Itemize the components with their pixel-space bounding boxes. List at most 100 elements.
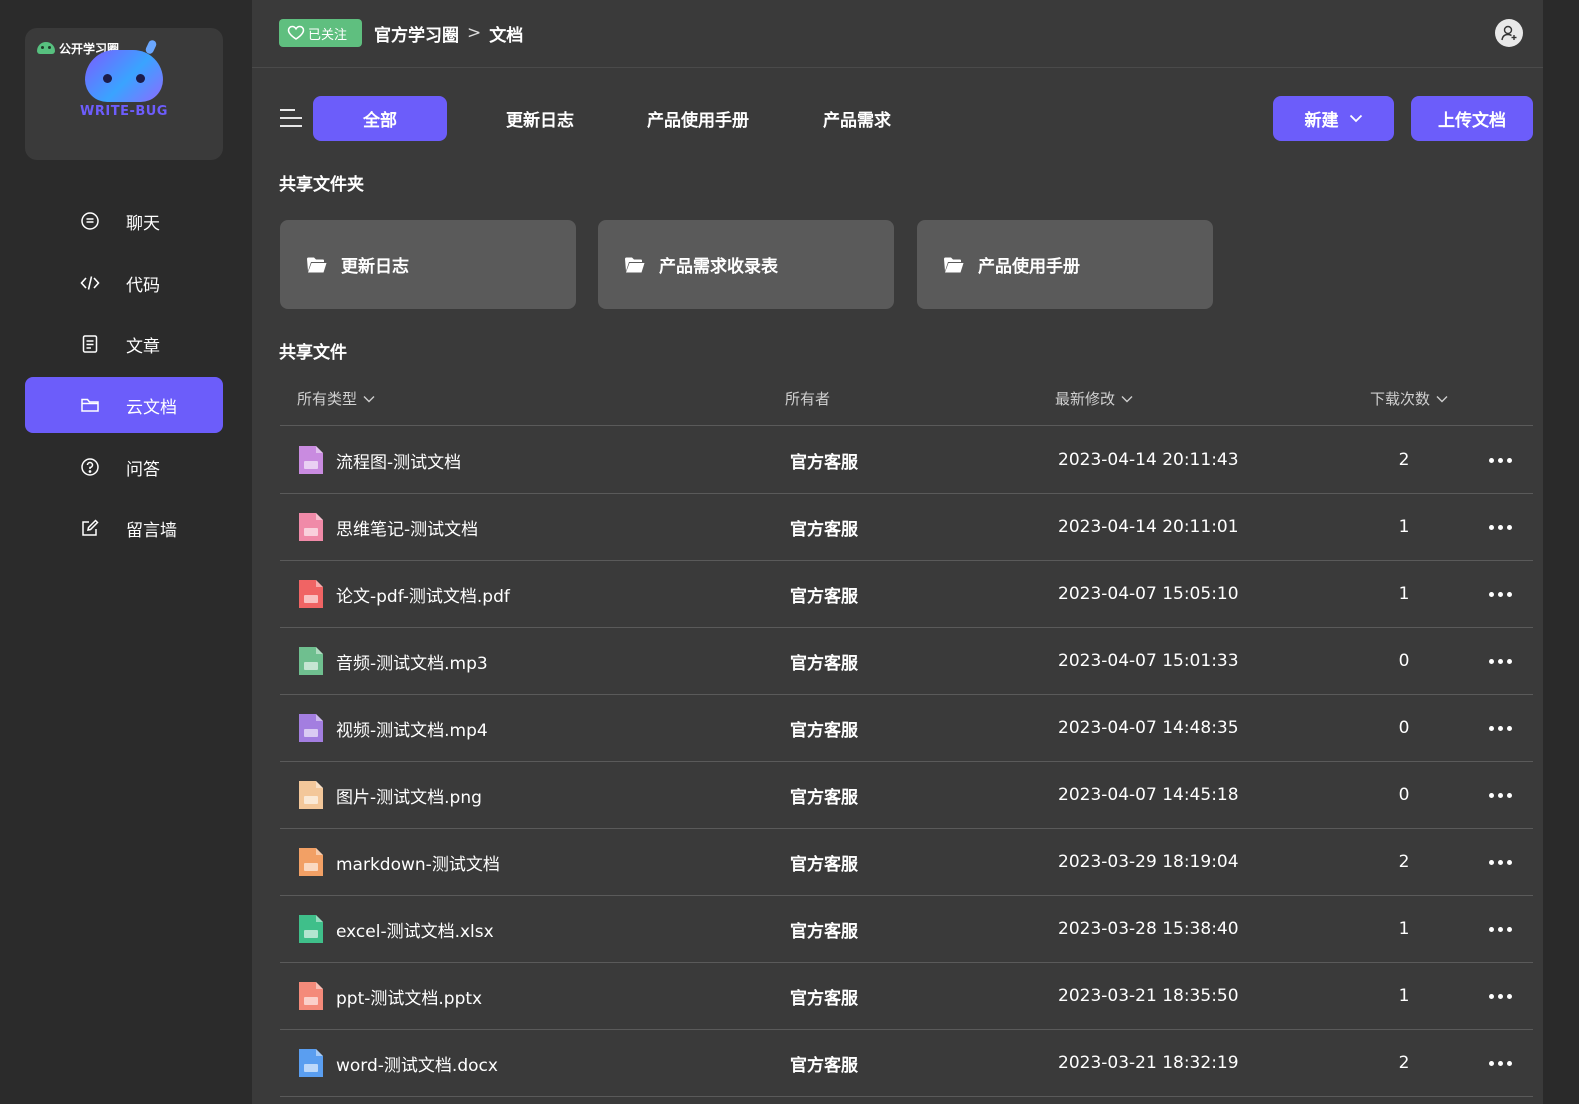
tab-product-manual[interactable]: 产品使用手册 [633,96,763,141]
sidebar-item-label: 问答 [126,459,160,480]
scrollbar[interactable] [1543,0,1561,1104]
file-name[interactable]: 思维笔记-测试文档 [336,515,478,540]
more-options-icon[interactable] [1487,494,1513,560]
table-row[interactable]: 流程图-测试文档 官方客服 2023-04-14 20:11:43 2 [280,427,1533,494]
more-options-icon[interactable] [1487,695,1513,761]
user-avatar-icon[interactable] [1495,19,1523,47]
edit-icon [79,517,101,539]
ppt-file-icon [298,981,324,1011]
table-row[interactable]: 论文-pdf-测试文档.pdf 官方客服 2023-04-07 15:05:10 1 [280,561,1533,628]
more-options-icon[interactable] [1487,561,1513,627]
column-header-downloads: 下载次数 [1370,390,1431,408]
upload-document-button[interactable]: 上传文档 [1411,96,1533,141]
more-options-icon[interactable] [1487,762,1513,828]
breadcrumb-item-circle[interactable]: 官方学习圈 [374,21,459,46]
table-row[interactable]: 音频-测试文档.mp3 官方客服 2023-04-07 15:01:33 0 [280,628,1533,695]
file-downloads: 1 [1398,986,1410,1006]
table-row[interactable]: 图片-测试文档.png 官方客服 2023-04-07 14:45:18 0 [280,762,1533,829]
shared-files-title: 共享文件 [279,343,347,363]
more-options-icon[interactable] [1487,427,1513,493]
file-name[interactable]: 图片-测试文档.png [336,783,482,808]
sidebar-item-label: 留言墙 [126,520,177,541]
file-name-cell: excel-测试文档.xlsx [298,896,494,962]
tab-product-requirements[interactable]: 产品需求 [807,96,907,141]
sidebar-item-chat[interactable]: 聊天 [25,193,223,249]
bug-logo-icon [37,42,55,54]
folder-card-label: 更新日志 [341,257,409,277]
file-downloads: 2 [1398,852,1410,872]
more-options-icon[interactable] [1487,829,1513,895]
audio-file-icon [298,646,324,676]
file-owner: 官方客服 [790,720,858,741]
folder-icon [625,257,645,272]
table-row[interactable]: excel-测试文档.xlsx 官方客服 2023-03-28 15:38:40 1 [280,896,1533,963]
file-owner: 官方客服 [790,787,858,808]
sidebar-item-code[interactable]: 代码 [25,255,223,311]
sidebar-item-label: 聊天 [126,213,160,234]
file-name[interactable]: excel-测试文档.xlsx [336,917,494,942]
file-downloads: 1 [1398,919,1410,939]
table-row[interactable]: word-测试文档.docx 官方客服 2023-03-21 18:32:19 2 [280,1030,1533,1097]
chat-icon [79,210,101,232]
more-options-icon[interactable] [1487,896,1513,962]
folder-card[interactable]: 产品需求收录表 [598,220,894,309]
file-name[interactable]: 流程图-测试文档 [336,448,461,473]
file-name[interactable]: word-测试文档.docx [336,1051,498,1076]
more-options-icon[interactable] [1487,963,1513,1029]
file-downloads: 0 [1398,651,1410,671]
new-button-label: 新建 [1304,111,1339,131]
tab-changelog[interactable]: 更新日志 [484,96,596,141]
file-downloads: 2 [1398,1053,1410,1073]
chevron-down-icon [1349,114,1362,123]
file-name[interactable]: 音频-测试文档.mp3 [336,649,488,674]
sidebar-item-article[interactable]: 文章 [25,316,223,372]
column-header-modified: 最新修改 [1055,390,1116,408]
file-modified: 2023-03-29 18:19:04 [1058,852,1239,872]
folder-card-label: 产品需求收录表 [659,257,778,277]
table-row[interactable]: 思维笔记-测试文档 官方客服 2023-04-14 20:11:01 1 [280,494,1533,561]
top-bar: 已关注 官方学习圈 > 文档 [252,0,1561,68]
file-name[interactable]: markdown-测试文档 [336,850,500,875]
main-content: 已关注 官方学习圈 > 文档 全部 更新日志 产品使用手册 产品需求 新建 上传… [252,0,1561,1104]
file-modified: 2023-03-21 18:35:50 [1058,986,1239,1006]
logo-card[interactable]: 公开学习圈 WRITE-BUG [25,28,223,160]
tab-all[interactable]: 全部 [313,96,447,141]
type-filter[interactable]: 所有类型 [297,388,375,409]
more-options-icon[interactable] [1487,1030,1513,1096]
sidebar-item-label: 云文档 [126,397,177,418]
file-name[interactable]: ppt-测试文档.pptx [336,984,482,1009]
folder-icon [944,257,964,272]
sidebar-item-cloud-docs[interactable]: 云文档 [25,377,223,433]
excel-file-icon [298,914,324,944]
file-modified: 2023-04-14 20:11:43 [1058,450,1239,470]
file-name-cell: 视频-测试文档.mp4 [298,695,488,761]
table-row[interactable]: ppt-测试文档.pptx 官方客服 2023-03-21 18:35:50 1 [280,963,1533,1030]
file-downloads: 1 [1398,517,1410,537]
folder-card[interactable]: 产品使用手册 [917,220,1213,309]
sidebar-item-qa[interactable]: 问答 [25,439,223,495]
file-name[interactable]: 论文-pdf-测试文档.pdf [336,582,510,607]
file-name[interactable]: 视频-测试文档.mp4 [336,716,488,741]
file-owner: 官方客服 [790,586,858,607]
file-name-cell: ppt-测试文档.pptx [298,963,482,1029]
brand-text: WRITE-BUG [80,104,168,119]
column-header-owner-label: 所有者 [785,390,831,408]
folder-card[interactable]: 更新日志 [280,220,576,309]
sidebar: 公开学习圈 WRITE-BUG 聊天 代码 文章 云文档 问答 留言墙 [0,0,252,1104]
new-button[interactable]: 新建 [1273,96,1394,141]
heart-icon [287,25,305,40]
file-downloads: 1 [1398,584,1410,604]
shared-folders-title: 共享文件夹 [279,175,364,195]
sort-modified[interactable]: 最新修改 [1055,388,1133,409]
menu-icon[interactable] [279,106,303,130]
file-name-cell: 图片-测试文档.png [298,762,482,828]
sort-downloads[interactable]: 下载次数 [1370,388,1448,409]
more-options-icon[interactable] [1487,628,1513,694]
sidebar-item-label: 代码 [126,275,160,296]
table-row[interactable]: 视频-测试文档.mp4 官方客服 2023-04-07 14:48:35 0 [280,695,1533,762]
file-owner: 官方客服 [790,1055,858,1076]
file-owner: 官方客服 [790,452,858,473]
follow-button[interactable]: 已关注 [279,19,362,47]
table-row[interactable]: markdown-测试文档 官方客服 2023-03-29 18:19:04 2 [280,829,1533,896]
sidebar-item-message-wall[interactable]: 留言墙 [25,500,223,556]
